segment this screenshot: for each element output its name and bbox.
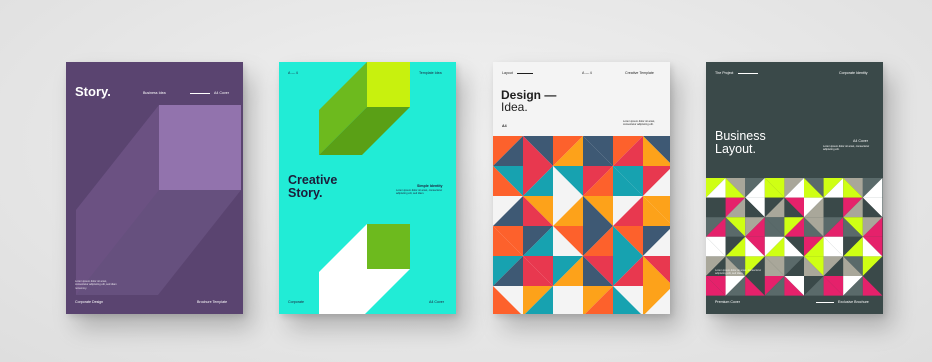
header-mid-label: Business Idea [143, 91, 166, 95]
footer-right-label: Brochure Template [197, 300, 228, 304]
footer-left-label: Corporate [288, 300, 304, 304]
geometric-pattern-graphic [706, 178, 883, 296]
header-rule [190, 93, 210, 94]
cover-title-line2: Layout. [715, 142, 757, 156]
header-right-label: A4 Cover [214, 91, 229, 95]
header-rule [738, 73, 758, 74]
side-body-text: Lorem ipsum dolor sit amet, consectetur … [623, 120, 656, 127]
cover-title-line2: Idea. [501, 100, 528, 114]
footer-rule [816, 302, 834, 303]
header-left-label: Layout [502, 71, 513, 75]
header-left-label: The Project [715, 71, 734, 75]
brochure-cover-business-layout: The Project Corporate Identity Business … [706, 62, 883, 314]
side-body-text: Lorem ipsum dolor sit amet, consectetur … [823, 145, 870, 152]
header-right-label: Corporate Identity [839, 71, 868, 75]
footer-right-label: A4 Cover [429, 300, 444, 304]
footer-left-label: Corporate Design [75, 300, 104, 304]
presentation-background: Story. Business Idea A4 Cover Lorem ipsu… [0, 0, 932, 362]
body-text: Lorem ipsum dolor sit amet, consectetur … [715, 269, 762, 276]
brochure-cover-story: Story. Business Idea A4 Cover Lorem ipsu… [66, 62, 243, 314]
header-right-label: Creative Template [625, 71, 654, 75]
header-right-label: Template Idea [419, 71, 442, 75]
brochure-cover-creative-story: A — 4 Template Idea Creative Story. Simp… [279, 62, 456, 314]
side-title: A4 Cover [853, 139, 868, 143]
footer-left-label: Premium Cover [715, 300, 740, 304]
brochure-cover-design-idea: Layout A — 4 Creative Template Design — … [493, 62, 670, 314]
header-mid-label: A — 4 [582, 71, 592, 75]
cover-title: Story. [75, 84, 111, 99]
header-left-label: A — 4 [288, 71, 298, 75]
cover-title-line2: Story. [288, 186, 323, 200]
header-rule [517, 73, 533, 74]
size-label: A4 [502, 124, 507, 128]
isometric-box-graphic [76, 105, 241, 295]
side-title: Simple Identity [417, 184, 443, 188]
side-body-text: Lorem ipsum dolor sit amet, consectetur … [396, 189, 443, 196]
body-text: Lorem ipsum dolor sit amet, consectetur … [75, 280, 117, 290]
footer-right-label: Exclusive Brochure [838, 300, 869, 304]
